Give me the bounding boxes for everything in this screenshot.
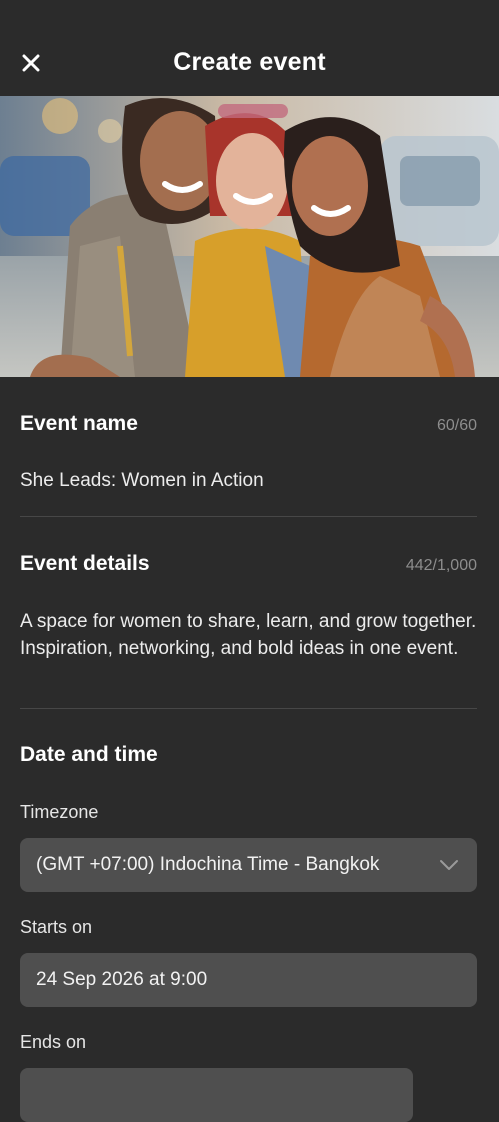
- event-details-input[interactable]: A space for women to share, learn, and g…: [20, 608, 477, 662]
- starts-on-value: 24 Sep 2026 at 9:00: [36, 969, 208, 990]
- cover-photo-image: [0, 96, 499, 377]
- divider: [20, 708, 477, 709]
- date-time-header: Date and time: [20, 743, 477, 767]
- timezone-value: (GMT +07:00) Indochina Time - Bangkok: [36, 854, 380, 875]
- ends-on-field[interactable]: [20, 1068, 413, 1122]
- chevron-down-icon: [440, 860, 458, 870]
- divider: [20, 516, 477, 517]
- starts-on-label: Starts on: [20, 917, 93, 937]
- event-details-header: Event details 442/1,000: [20, 552, 477, 576]
- ends-on-label: Ends on: [20, 1032, 87, 1052]
- timezone-select[interactable]: (GMT +07:00) Indochina Time - Bangkok: [20, 838, 477, 892]
- event-details-counter: 442/1,000: [405, 557, 477, 574]
- event-cover-photo[interactable]: [0, 96, 499, 377]
- top-bar: Create event: [0, 0, 499, 96]
- timezone-label: Timezone: [20, 802, 99, 822]
- event-name-header: Event name 60/60: [20, 412, 477, 436]
- starts-on-field[interactable]: 24 Sep 2026 at 9:00: [20, 953, 477, 1007]
- event-name-counter: 60/60: [436, 417, 477, 434]
- date-time-label: Date and time: [20, 743, 158, 766]
- page-title: Create event: [173, 48, 326, 76]
- event-details-label: Event details: [20, 552, 150, 575]
- event-name-input[interactable]: She Leads: Women in Action: [20, 467, 477, 494]
- event-name-label: Event name: [20, 412, 138, 435]
